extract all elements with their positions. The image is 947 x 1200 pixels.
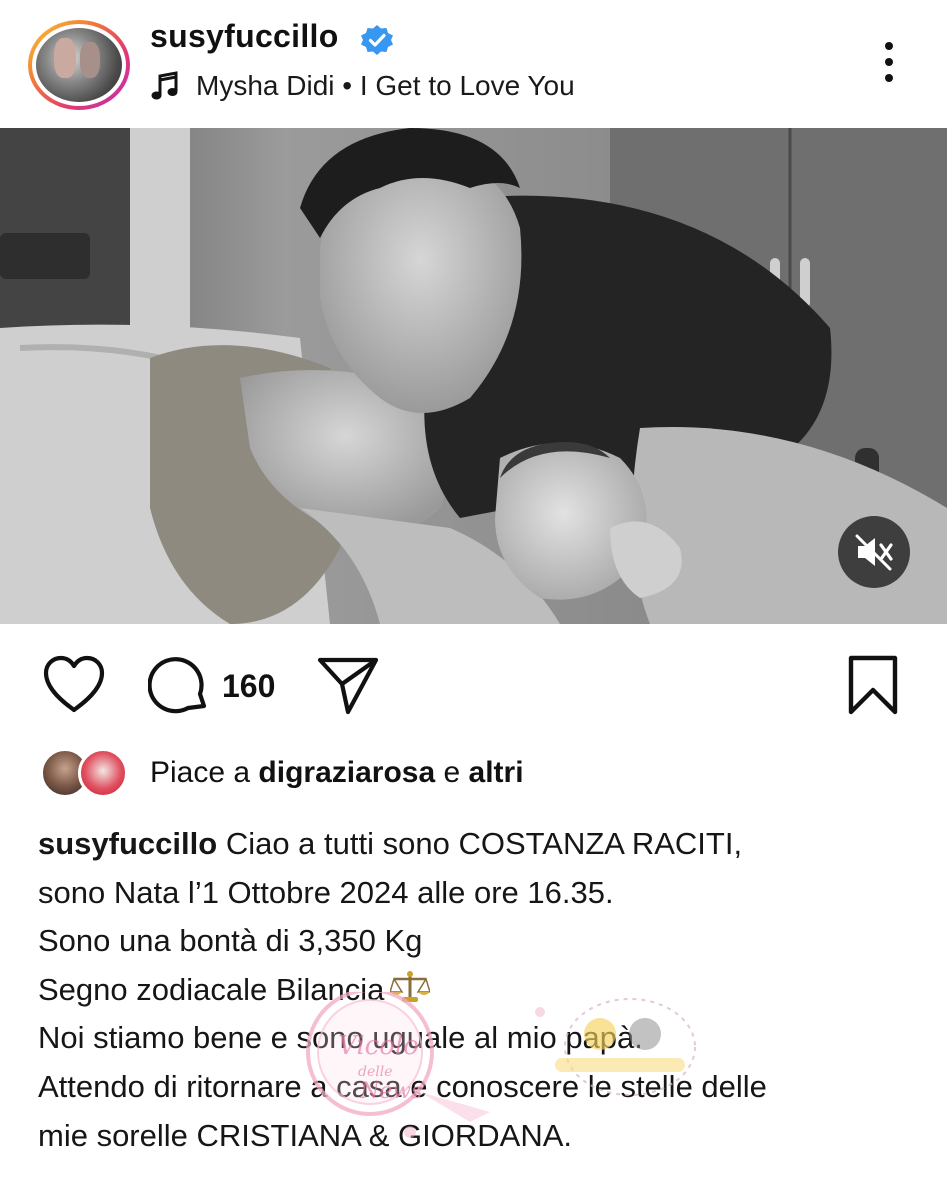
post-header: susyfuccillo Mysha Didi • I Get to Love … [0, 0, 947, 128]
post-photo[interactable] [0, 128, 947, 624]
caption-line: mie sorelle CRISTIANA & GIORDANA. [38, 1117, 573, 1153]
liker-username[interactable]: digraziarosa [258, 756, 435, 789]
likes-prefix: Piace a [150, 756, 251, 789]
post-username[interactable]: susyfuccillo [150, 18, 339, 55]
story-ring-avatar[interactable] [28, 20, 130, 110]
caption-line: Ciao a tutti sono COSTANZA RACITI, [225, 826, 743, 861]
mute-button[interactable] [838, 516, 910, 588]
likes-connector: e [443, 756, 461, 789]
photo-scene [0, 128, 947, 624]
avatar [36, 28, 122, 102]
comment-count[interactable]: 160 [222, 668, 275, 705]
caption-line: Sono una bontà di 3,350 Kg [38, 923, 423, 959]
post-actions: 160 [0, 640, 947, 735]
caption-line: Noi stiamo bene e sono uguale al mio pap… [38, 1020, 643, 1056]
libra-scales-emoji [390, 970, 431, 1002]
bookmark-icon[interactable] [846, 654, 900, 716]
music-track[interactable]: Mysha Didi • I Get to Love You [196, 70, 575, 102]
comment-icon[interactable] [148, 654, 210, 716]
caption-line: Segno zodiacale Bilancia [38, 971, 385, 1007]
music-note-icon [151, 71, 178, 100]
heart-icon[interactable] [42, 654, 106, 714]
caption-line: sono Nata l’1 Ottobre 2024 alle ore 16.3… [38, 874, 614, 910]
caption-line: Attendo di ritornare a casa e conoscere … [38, 1068, 767, 1104]
more-vertical-icon[interactable] [878, 40, 900, 84]
post-caption: susyfuccillo Ciao a tutti sono COSTANZA … [38, 820, 918, 1160]
likes-others[interactable]: altri [469, 756, 524, 789]
likes-row[interactable]: Piace a digraziarosa e altri [40, 748, 920, 802]
speaker-muted-icon [855, 534, 893, 571]
caption-username[interactable]: susyfuccillo [38, 826, 217, 861]
verified-badge-icon [361, 25, 393, 55]
send-icon[interactable] [316, 654, 380, 716]
likes-text: Piace a digraziarosa e altri [150, 756, 524, 790]
liker-avatar [78, 748, 128, 798]
